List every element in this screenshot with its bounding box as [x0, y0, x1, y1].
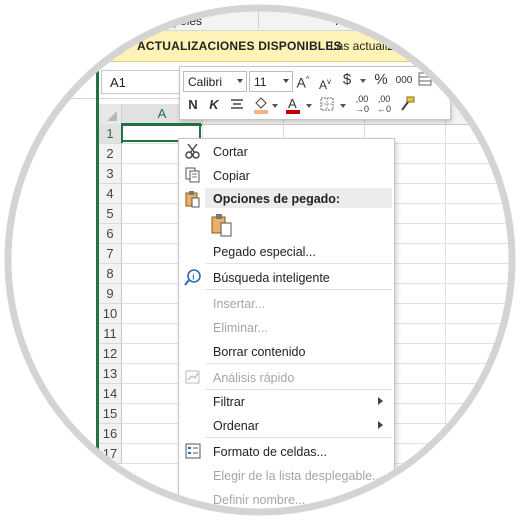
menu-item-delete: Eliminar...: [213, 321, 268, 335]
paste-icon[interactable]: [210, 213, 234, 237]
row-header[interactable]: 11: [99, 324, 122, 344]
svg-text:A: A: [288, 96, 297, 111]
clipboard-icon: [184, 190, 202, 208]
menu-separator: [205, 263, 392, 264]
font-size-value: 11: [254, 75, 267, 89]
chevron-right-icon: [378, 397, 383, 405]
menu-item-paste-special[interactable]: Pegado especial...: [213, 245, 316, 259]
menu-item-pick-from-list: Elegir de la lista desplegable...: [213, 469, 383, 483]
excel-window: papeles Fu ↑ ACTUALIZACIONES DISPONIBLES…: [0, 0, 520, 520]
menu-item-clear-contents[interactable]: Borrar contenido: [213, 345, 305, 359]
ribbon-group-clipboard: papeles: [160, 14, 203, 28]
menu-item-smart-lookup[interactable]: Búsqueda inteligente: [213, 271, 330, 285]
menu-item-copy[interactable]: Copiar: [213, 169, 250, 183]
row-header[interactable]: 3: [99, 164, 122, 184]
percent-style-button[interactable]: %: [372, 71, 390, 89]
select-all-triangle-icon: [107, 111, 117, 121]
font-name-select[interactable]: Calibri: [183, 71, 247, 92]
menu-separator: [205, 363, 392, 364]
chevron-down-icon: [237, 79, 243, 83]
copy-icon: [184, 166, 202, 184]
smart-lookup-icon: i: [184, 268, 202, 286]
decrease-decimal-label: ,00: [377, 94, 391, 104]
menu-separator: [205, 289, 392, 290]
row-header[interactable]: 2: [99, 144, 122, 164]
menu-item-cut[interactable]: Cortar: [213, 145, 248, 159]
menu-item-sort[interactable]: Ordenar: [213, 419, 259, 433]
row-header[interactable]: 14: [99, 384, 122, 404]
currency-format-button[interactable]: $: [340, 71, 354, 89]
menu-separator: [205, 437, 392, 438]
name-box[interactable]: A1: [101, 70, 183, 94]
menu-item-quick-analysis: Análisis rápido: [213, 371, 295, 385]
chevron-right-icon: [378, 421, 383, 429]
menu-item-define-name: Definir nombre...: [213, 493, 306, 507]
borders-icon[interactable]: [320, 97, 334, 115]
fill-color-icon[interactable]: [252, 95, 270, 119]
increase-font-size-button[interactable]: A^: [296, 71, 310, 92]
bold-button[interactable]: N: [186, 96, 200, 114]
row-header[interactable]: 17: [99, 444, 122, 464]
row-header[interactable]: 8: [99, 264, 122, 284]
chevron-down-icon[interactable]: [306, 104, 312, 108]
row-header[interactable]: 5: [99, 204, 122, 224]
row-header[interactable]: 7: [99, 244, 122, 264]
font-color-icon[interactable]: A: [285, 95, 301, 120]
row-header[interactable]: 16: [99, 424, 122, 444]
format-painter-table-icon[interactable]: [418, 71, 432, 91]
ribbon-group-font: Fu: [335, 14, 350, 28]
increase-decimal-label: ,00: [355, 94, 369, 104]
font-size-select[interactable]: 11: [249, 71, 293, 92]
font-name-value: Calibri: [188, 75, 223, 89]
ribbon-separator: [258, 4, 259, 28]
chevron-down-icon[interactable]: [340, 104, 346, 108]
menu-header-paste-options: Opciones de pegado:: [213, 192, 341, 206]
menu-item-filter[interactable]: Filtrar: [213, 395, 245, 409]
format-cells-icon: [184, 442, 202, 460]
comma-style-button[interactable]: 000: [395, 72, 413, 90]
column-header[interactable]: [446, 104, 520, 125]
menu-item-insert: Insertar...: [213, 297, 266, 311]
increase-decimal-button[interactable]: ,00 →0: [353, 94, 371, 114]
chevron-down-icon[interactable]: [272, 104, 278, 108]
row-header[interactable]: 9: [99, 284, 122, 304]
row-header[interactable]: 12: [99, 344, 122, 364]
menu-separator: [205, 389, 392, 390]
chevron-down-icon[interactable]: [360, 79, 366, 83]
update-info-icon: ↑: [108, 37, 126, 55]
row-header[interactable]: 13: [99, 364, 122, 384]
italic-button[interactable]: K: [207, 96, 221, 114]
row-header[interactable]: 1: [99, 124, 123, 144]
svg-text:i: i: [192, 273, 194, 282]
menu-item-format-cells[interactable]: Formato de celdas...: [213, 445, 327, 459]
ribbon-strip: papeles Fu: [0, 0, 520, 31]
banner-title: ACTUALIZACIONES DISPONIBLES: [137, 39, 342, 53]
scissors-icon: [184, 142, 202, 160]
row-header[interactable]: 4: [99, 184, 122, 204]
decrease-decimal-button[interactable]: ,00 ←0: [375, 94, 393, 114]
grid-column-line: [445, 124, 446, 520]
decrease-font-size-button[interactable]: Av: [318, 73, 332, 94]
quick-analysis-icon: [184, 368, 202, 386]
row-header[interactable]: 15: [99, 404, 122, 424]
updates-banner: ↑ ACTUALIZACIONES DISPONIBLES Las actual…: [0, 31, 520, 62]
name-box-value: A1: [110, 75, 126, 90]
row-header[interactable]: 6: [99, 224, 122, 244]
format-painter-icon[interactable]: [398, 96, 416, 116]
align-center-icon[interactable]: [229, 97, 245, 115]
banner-message: Las actualiz: [330, 39, 394, 53]
row-header[interactable]: 10: [99, 304, 122, 324]
chevron-down-icon: [283, 79, 289, 83]
